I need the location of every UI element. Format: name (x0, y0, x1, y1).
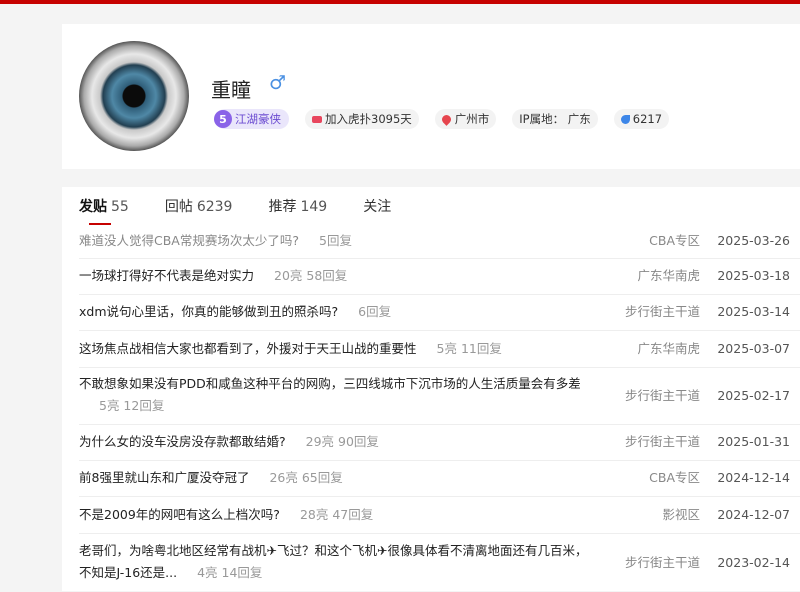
tab-posts[interactable]: 发贴 55 (79, 196, 129, 225)
level-badge[interactable]: 5 江湖豪侠 (214, 109, 289, 129)
join-days-badge: 加入虎扑3095天 (305, 109, 419, 129)
level-title: 江湖豪侠 (235, 112, 281, 126)
username: 重瞳 (211, 78, 251, 102)
post-section[interactable]: 步行街主干道 (625, 301, 700, 323)
list-item: xdm说句心里话，你真的能够做到丑的照杀吗? 6回复 步行街主干道 2025-03… (79, 295, 800, 331)
city-text: 广州市 (454, 112, 490, 126)
list-item: 老哥们，为啥粤北地区经常有战机✈飞过？和这个飞机✈很像具体看不清离地面还有几百米… (79, 534, 800, 592)
post-date: 2024-12-14 (717, 470, 790, 485)
post-date: 2025-03-18 (717, 268, 790, 283)
tab-recommend[interactable]: 推荐 149 (268, 196, 327, 216)
post-title[interactable]: 不敢想象如果没有PDD和咸鱼这种平台的网购，三四线城市下沉市场的人生活质量会有多… (79, 373, 589, 417)
list-item: 难道没人觉得CBA常规赛场次太少了吗? 5回复 CBA专区 2025-03-26 (79, 224, 800, 259)
location-pin-icon (439, 112, 453, 126)
city-badge: 广州市 (434, 109, 497, 129)
points-text: 6217 (632, 112, 663, 126)
list-item: 这场焦点战相信大家也都看到了，外援对于天王山战的重要性 5亮 11回复 广东华南虎… (79, 331, 800, 368)
post-date: 2025-03-26 (717, 233, 790, 248)
male-icon: ♂ (269, 72, 287, 94)
post-section[interactable]: 广东华南虎 (637, 265, 700, 287)
post-title[interactable]: 这场焦点战相信大家也都看到了，外援对于天王山战的重要性 5亮 11回复 (79, 338, 589, 360)
post-date: 2025-02-17 (717, 388, 790, 403)
post-title[interactable]: 老哥们，为啥粤北地区经常有战机✈飞过？和这个飞机✈很像具体看不清离地面还有几百米… (79, 540, 589, 584)
level-number: 5 (214, 110, 232, 128)
post-section[interactable]: CBA专区 (649, 467, 700, 489)
tab-replies[interactable]: 回帖 6239 (165, 196, 233, 216)
ip-location-text: IP属地： 广东 (519, 112, 591, 126)
list-item: 不敢想象如果没有PDD和咸鱼这种平台的网购，三四线城市下沉市场的人生活质量会有多… (79, 368, 800, 425)
post-section[interactable]: 影视区 (662, 504, 700, 526)
list-item: 一场球打得好不代表是绝对实力 20亮 58回复 广东华南虎 2025-03-18 (79, 259, 800, 295)
post-section[interactable]: 广东华南虎 (637, 338, 700, 360)
profile-badges: 5 江湖豪侠 加入虎扑3095天 广州市 IP属地： 广东 6217 (214, 108, 670, 130)
post-date: 2023-02-14 (717, 555, 790, 570)
avatar[interactable] (79, 41, 189, 151)
profile-tabs: 发贴 55 回帖 6239 推荐 149 关注 (79, 196, 391, 225)
post-title[interactable]: 不是2009年的网吧有这么上档次吗? 28亮 47回复 (79, 504, 589, 526)
ip-location-badge: IP属地： 广东 (512, 109, 598, 129)
post-title[interactable]: xdm说句心里话，你真的能够做到丑的照杀吗? 6回复 (79, 301, 589, 323)
post-title[interactable]: 为什么女的没车没房没存款都敢结婚? 29亮 90回复 (79, 431, 589, 453)
post-section[interactable]: 步行街主干道 (625, 552, 700, 574)
post-date: 2025-03-14 (717, 304, 790, 319)
post-date: 2024-12-07 (717, 507, 790, 522)
tab-following[interactable]: 关注 (363, 196, 391, 216)
post-title[interactable]: 一场球打得好不代表是绝对实力 20亮 58回复 (79, 265, 589, 287)
post-date: 2025-03-07 (717, 341, 790, 356)
list-item: 为什么女的没车没房没存款都敢结婚? 29亮 90回复 步行街主干道 2025-01… (79, 425, 800, 461)
top-accent-bar (0, 0, 800, 4)
profile-card: 重瞳 ♂ 5 江湖豪侠 加入虎扑3095天 广州市 IP属地： 广东 6217 (62, 24, 800, 169)
points-badge: 6217 (613, 109, 670, 129)
post-list: 难道没人觉得CBA常规赛场次太少了吗? 5回复 CBA专区 2025-03-26 … (79, 224, 800, 592)
list-item: 前8强里就山东和广厦没夺冠了 26亮 65回复 CBA专区 2024-12-14 (79, 461, 800, 497)
post-section[interactable]: 步行街主干道 (625, 431, 700, 453)
post-title[interactable]: 前8强里就山东和广厦没夺冠了 26亮 65回复 (79, 467, 589, 489)
post-section[interactable]: CBA专区 (649, 230, 700, 252)
post-title[interactable]: 难道没人觉得CBA常规赛场次太少了吗? 5回复 (79, 230, 589, 252)
calendar-icon (312, 115, 322, 123)
posts-card: 发贴 55 回帖 6239 推荐 149 关注 难道没人觉得CBA常规赛场次太少了吗?… (62, 187, 800, 591)
points-icon (620, 114, 630, 124)
post-section[interactable]: 步行街主干道 (625, 385, 700, 407)
post-date: 2025-01-31 (717, 434, 790, 449)
join-days-text: 加入虎扑3095天 (325, 112, 412, 126)
list-item: 不是2009年的网吧有这么上档次吗? 28亮 47回复 影视区 2024-12-0… (79, 497, 800, 534)
